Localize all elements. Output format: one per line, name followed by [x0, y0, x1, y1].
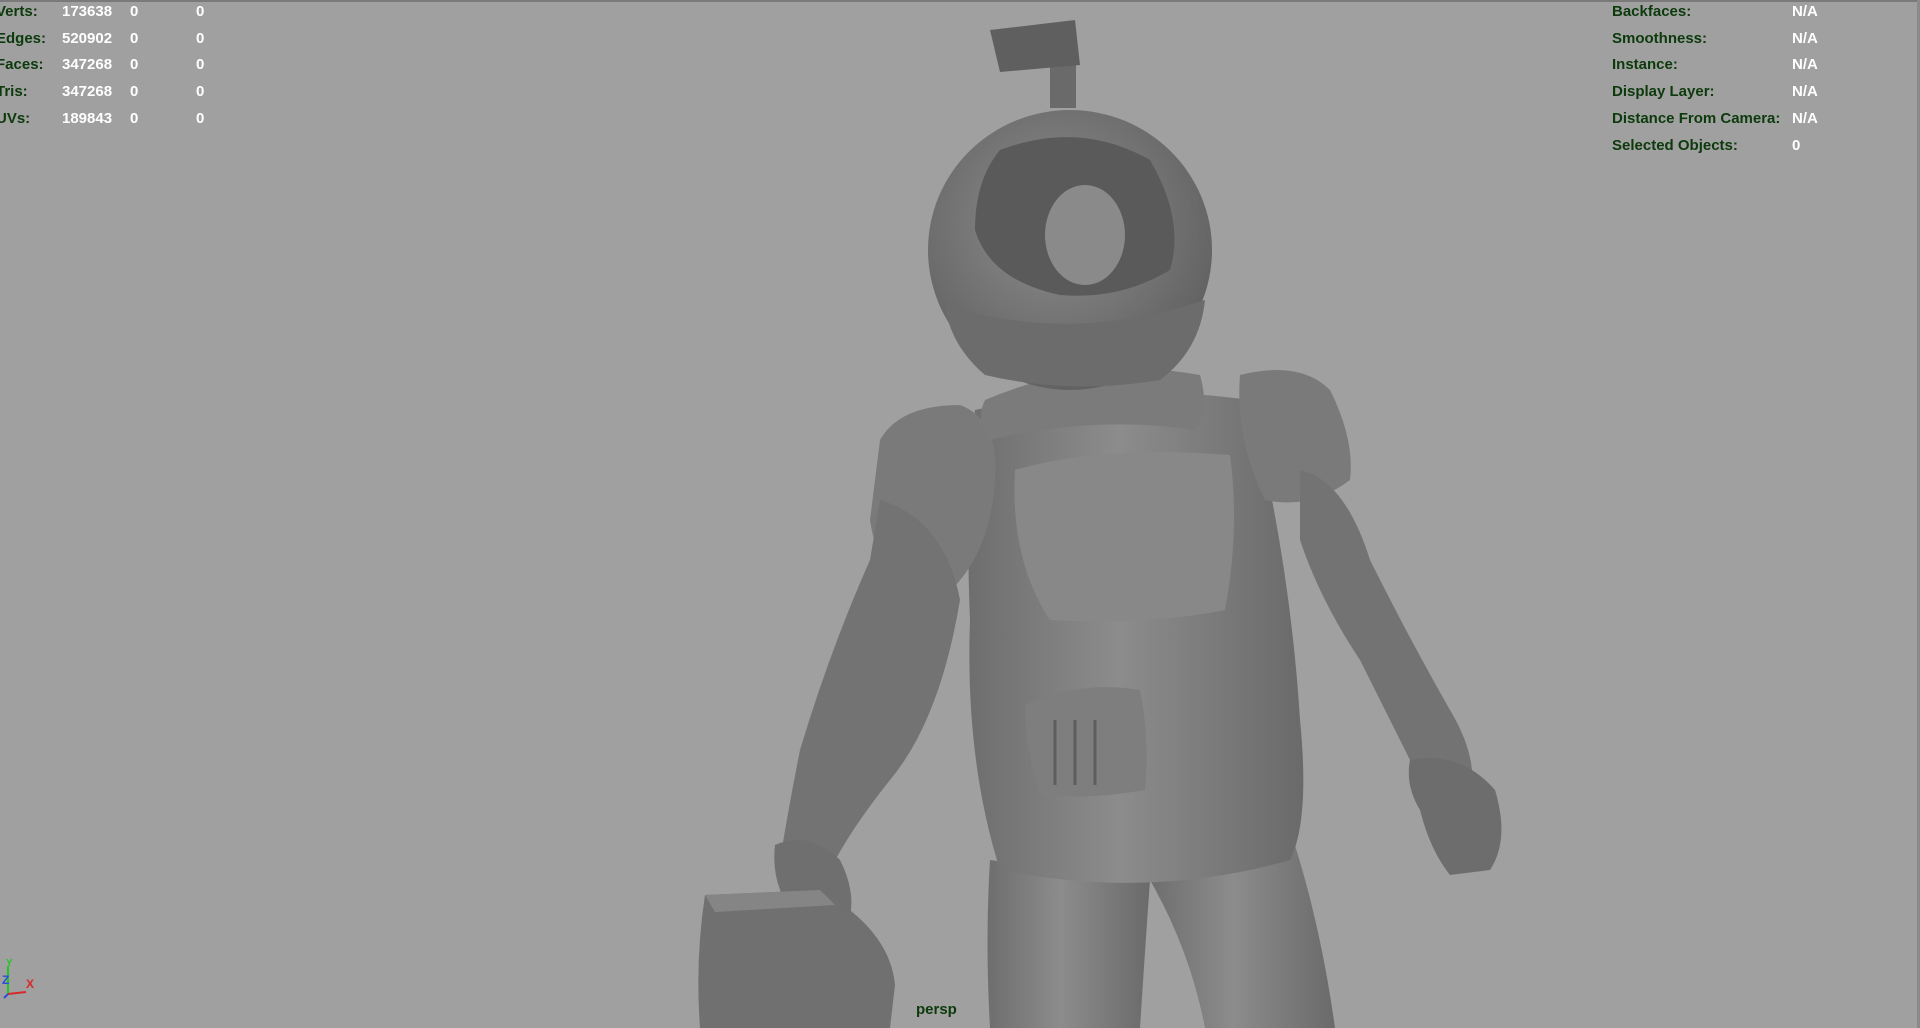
stats-label: Verts: — [0, 3, 38, 20]
belt-pouch — [1025, 687, 1147, 797]
info-label: Backfaces: — [1612, 3, 1692, 20]
stats-label: Faces: — [0, 56, 44, 73]
stats-value: 0 — [130, 3, 139, 20]
axis-x-label: X — [26, 977, 34, 991]
stats-value: 0 — [196, 110, 205, 127]
stats-value: 0 — [196, 83, 205, 100]
3d-viewport[interactable]: Verts: 173638 0 0 Edges: 520902 0 0 Face… — [0, 0, 1920, 1028]
stats-value: 347268 — [62, 56, 113, 73]
info-value: 0 — [1792, 137, 1801, 154]
stats-value: 0 — [130, 56, 139, 73]
stats-value: 347268 — [62, 83, 113, 100]
stats-value: 0 — [130, 30, 139, 47]
stats-label: Edges: — [0, 30, 47, 47]
left-leg — [987, 860, 1150, 1028]
stats-value: 0 — [130, 83, 139, 100]
stats-value: 173638 — [62, 3, 113, 20]
info-value: N/A — [1792, 83, 1818, 100]
info-value: N/A — [1792, 3, 1818, 20]
info-value: N/A — [1792, 56, 1818, 73]
info-label: Instance: — [1612, 56, 1678, 73]
stats-value: 0 — [196, 30, 205, 47]
right-hand — [1408, 758, 1502, 875]
info-value: N/A — [1792, 110, 1818, 127]
axis-gizmo-icon: Y Z X — [2, 958, 34, 999]
chest-plate — [1014, 452, 1234, 622]
stats-value: 0 — [196, 3, 205, 20]
stats-value: 189843 — [62, 110, 113, 127]
info-value: N/A — [1792, 30, 1818, 47]
axis-y-label: Y — [6, 958, 13, 969]
stats-label: UVs: — [0, 110, 31, 127]
stats-value: 0 — [196, 56, 205, 73]
info-label: Selected Objects: — [1612, 137, 1738, 154]
stats-value: 520902 — [62, 30, 113, 47]
info-label: Smoothness: — [1612, 30, 1708, 47]
left-arm — [780, 500, 960, 870]
info-label: Display Layer: — [1612, 83, 1715, 100]
stats-value: 0 — [130, 110, 139, 127]
right-arm — [1300, 470, 1473, 800]
info-label: Distance From Camera: — [1612, 110, 1781, 127]
camera-name-label: persp — [916, 1001, 957, 1018]
axis-z-label: Z — [2, 973, 9, 987]
stats-label: Tris: — [0, 83, 28, 100]
